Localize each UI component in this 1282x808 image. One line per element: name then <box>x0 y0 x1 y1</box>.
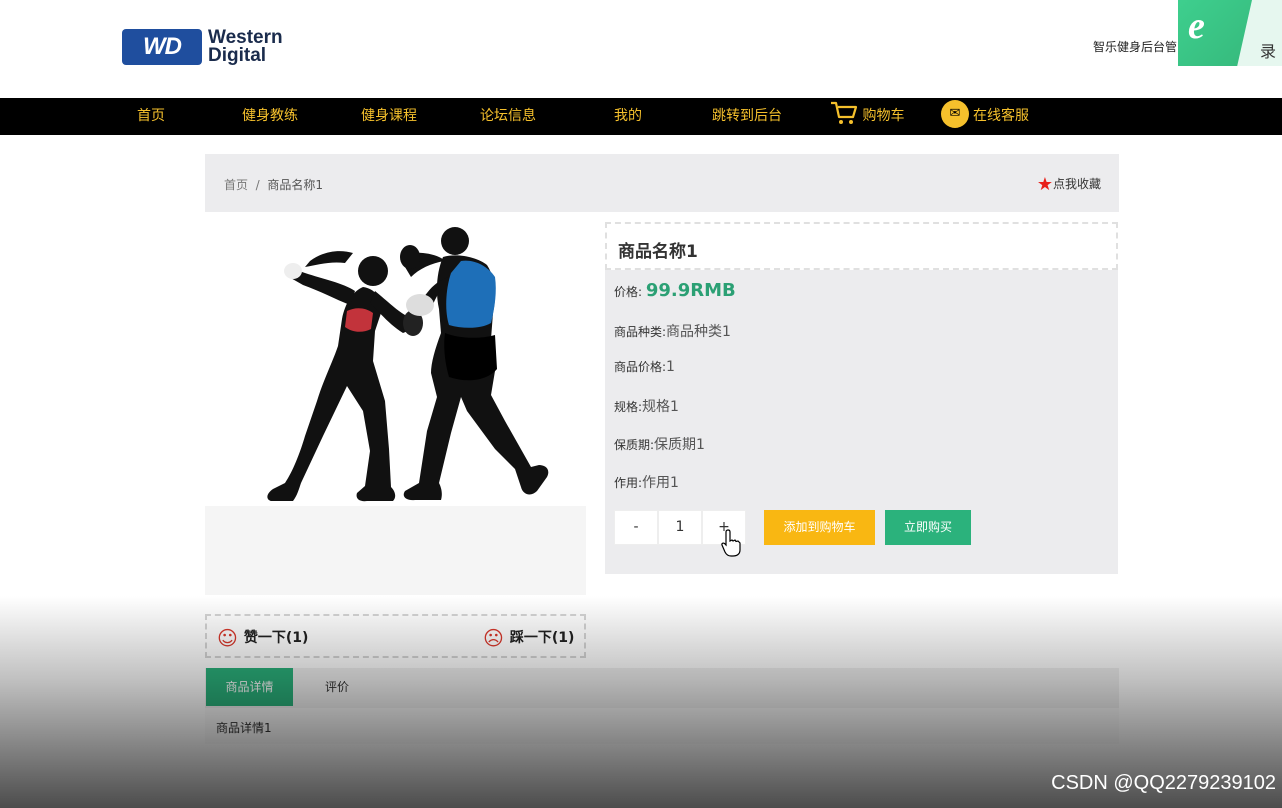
watermark: CSDN @QQ2279239102 <box>1051 772 1276 794</box>
dislike-button[interactable]: ☹ 踩一下(1) <box>483 626 574 650</box>
breadcrumb-home[interactable]: 首页 <box>224 178 248 192</box>
shelf-life-value: 保质期1 <box>654 437 705 453</box>
hand-cursor-icon <box>721 529 741 557</box>
logo-badge: WD <box>122 29 202 65</box>
nav-item-home[interactable]: 首页 <box>137 98 165 135</box>
nav-item-coaches[interactable]: 健身教练 <box>242 98 298 135</box>
spec-label: 规格: <box>614 400 643 414</box>
admin-link[interactable]: 智乐健身后台管 <box>1093 38 1177 55</box>
breadcrumb: 首页 / 商品名称1 <box>224 176 323 193</box>
product-title: 商品名称1 <box>618 242 698 262</box>
tab-content: 商品详情1 <box>205 708 1119 744</box>
smile-icon: ☺ <box>217 626 238 650</box>
dislike-label: 踩一下(1) <box>509 630 575 646</box>
nav-item-forum[interactable]: 论坛信息 <box>480 98 536 135</box>
unit-price-label: 商品价格: <box>614 360 667 374</box>
nav-item-admin[interactable]: 跳转到后台 <box>712 98 782 135</box>
brand-logo[interactable]: WD Western Digital <box>122 28 283 66</box>
nav-cart-label: 购物车 <box>862 108 905 124</box>
detail-tabs: 商品详情 评价 <box>205 668 1119 708</box>
nav-item-mine[interactable]: 我的 <box>614 98 642 135</box>
add-to-cart-button[interactable]: 添加到购物车 <box>764 510 875 545</box>
decrease-button[interactable]: - <box>614 510 658 545</box>
cart-icon <box>831 101 858 124</box>
vote-box: ☺ 赞一下(1) ☹ 踩一下(1) <box>205 614 586 658</box>
boxing-photo <box>267 227 549 502</box>
nav-item-cart[interactable]: 购物车 <box>830 98 904 135</box>
spec-value: 规格1 <box>642 399 679 415</box>
tab-content-text: 商品详情1 <box>216 721 272 735</box>
spec-row: 规格:规格1 <box>614 396 679 416</box>
favorite-label: 点我收藏 <box>1052 177 1101 191</box>
breadcrumb-bar: 首页 / 商品名称1 ★点我收藏 <box>205 154 1119 212</box>
usage-value: 作用1 <box>642 475 679 491</box>
product-title-box: 商品名称1 <box>605 222 1118 270</box>
category-value: 商品种类1 <box>666 324 731 340</box>
breadcrumb-current: 商品名称1 <box>267 178 323 192</box>
logo-text: Western Digital <box>208 28 283 66</box>
product-image <box>205 221 586 506</box>
tab-reviews[interactable]: 评价 <box>313 668 361 706</box>
category-label: 商品种类: <box>614 325 667 339</box>
shelf-life-label: 保质期: <box>614 438 655 452</box>
tab-details[interactable]: 商品详情 <box>206 668 293 706</box>
breadcrumb-separator: / <box>255 178 260 192</box>
category-row: 商品种类:商品种类1 <box>614 321 731 341</box>
nav-service-label: 在线客服 <box>973 108 1029 124</box>
recorder-label: 录 <box>1260 42 1277 61</box>
price-value: 99.9RMB <box>645 280 736 301</box>
star-icon: ★ <box>1036 174 1053 195</box>
recorder-e-icon: e <box>1188 5 1205 47</box>
main-nav: 首页 健身教练 健身课程 论坛信息 我的 跳转到后台 购物车 ✉ 在线客服 <box>0 98 1282 135</box>
recorder-widget[interactable]: e 录 <box>1178 0 1282 66</box>
like-label: 赞一下(1) <box>243 630 309 646</box>
quantity-input[interactable]: 1 <box>658 510 702 545</box>
buy-now-button[interactable]: 立即购买 <box>885 510 971 545</box>
site-header: WD Western Digital 智乐健身后台管 e 录 <box>0 0 1282 98</box>
unit-price-value: 1 <box>666 359 675 375</box>
usage-row: 作用:作用1 <box>614 472 679 492</box>
nav-item-courses[interactable]: 健身课程 <box>361 98 417 135</box>
wechat-icon: ✉ <box>941 100 969 128</box>
favorite-button[interactable]: ★点我收藏 <box>1037 174 1101 195</box>
like-button[interactable]: ☺ 赞一下(1) <box>217 626 308 650</box>
product-image-area <box>205 221 586 595</box>
frown-icon: ☹ <box>483 626 504 650</box>
usage-label: 作用: <box>614 476 643 490</box>
price-label: 价格: <box>614 285 643 299</box>
shelf-life-row: 保质期:保质期1 <box>614 434 705 454</box>
logo-line-2: Digital <box>208 45 267 66</box>
price-row: 价格: 99.9RMB <box>614 280 736 301</box>
unit-price-row: 商品价格:1 <box>614 358 675 375</box>
product-info-panel: 价格: 99.9RMB 商品种类:商品种类1 商品价格:1 规格:规格1 保质期… <box>605 270 1118 574</box>
nav-item-service[interactable]: ✉ 在线客服 <box>941 98 1029 135</box>
